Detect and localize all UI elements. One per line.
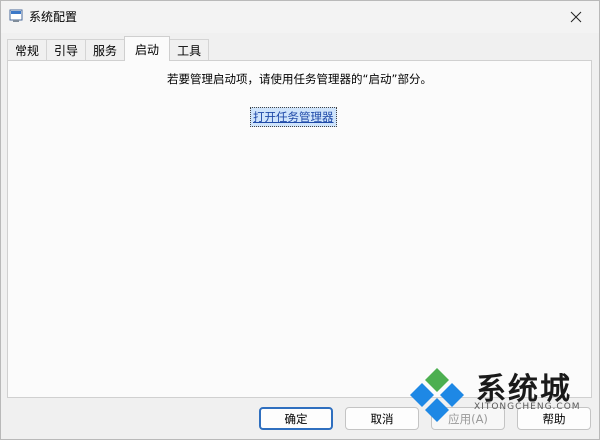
system-config-app-icon [9, 9, 23, 22]
ok-button[interactable]: 确定 [259, 407, 333, 430]
tab-startup[interactable]: 启动 [124, 36, 171, 61]
startup-tab-panel: 若要管理启动项，请使用任务管理器的“启动”部分。 打开任务管理器 [7, 60, 592, 398]
open-task-manager-link[interactable]: 打开任务管理器 [250, 107, 337, 127]
help-button[interactable]: 帮助 [517, 407, 591, 430]
close-icon [570, 11, 582, 23]
system-config-window: 系统配置 常规 引导 服务 启动 工具 若要管理启动项，请使用任务管理器的“启动… [0, 0, 600, 440]
tab-boot[interactable]: 引导 [46, 39, 87, 60]
tab-tools[interactable]: 工具 [169, 39, 210, 60]
window-title: 系统配置 [29, 10, 78, 24]
apply-button[interactable]: 应用(A) [431, 407, 505, 430]
close-button[interactable] [553, 1, 599, 33]
tab-general[interactable]: 常规 [7, 39, 48, 60]
cancel-button[interactable]: 取消 [345, 407, 419, 430]
tab-strip: 常规 引导 服务 启动 工具 [7, 36, 210, 61]
startup-info-text: 若要管理启动项，请使用任务管理器的“启动”部分。 [167, 72, 432, 86]
title-bar: 系统配置 [1, 1, 599, 33]
tab-services[interactable]: 服务 [85, 39, 126, 60]
